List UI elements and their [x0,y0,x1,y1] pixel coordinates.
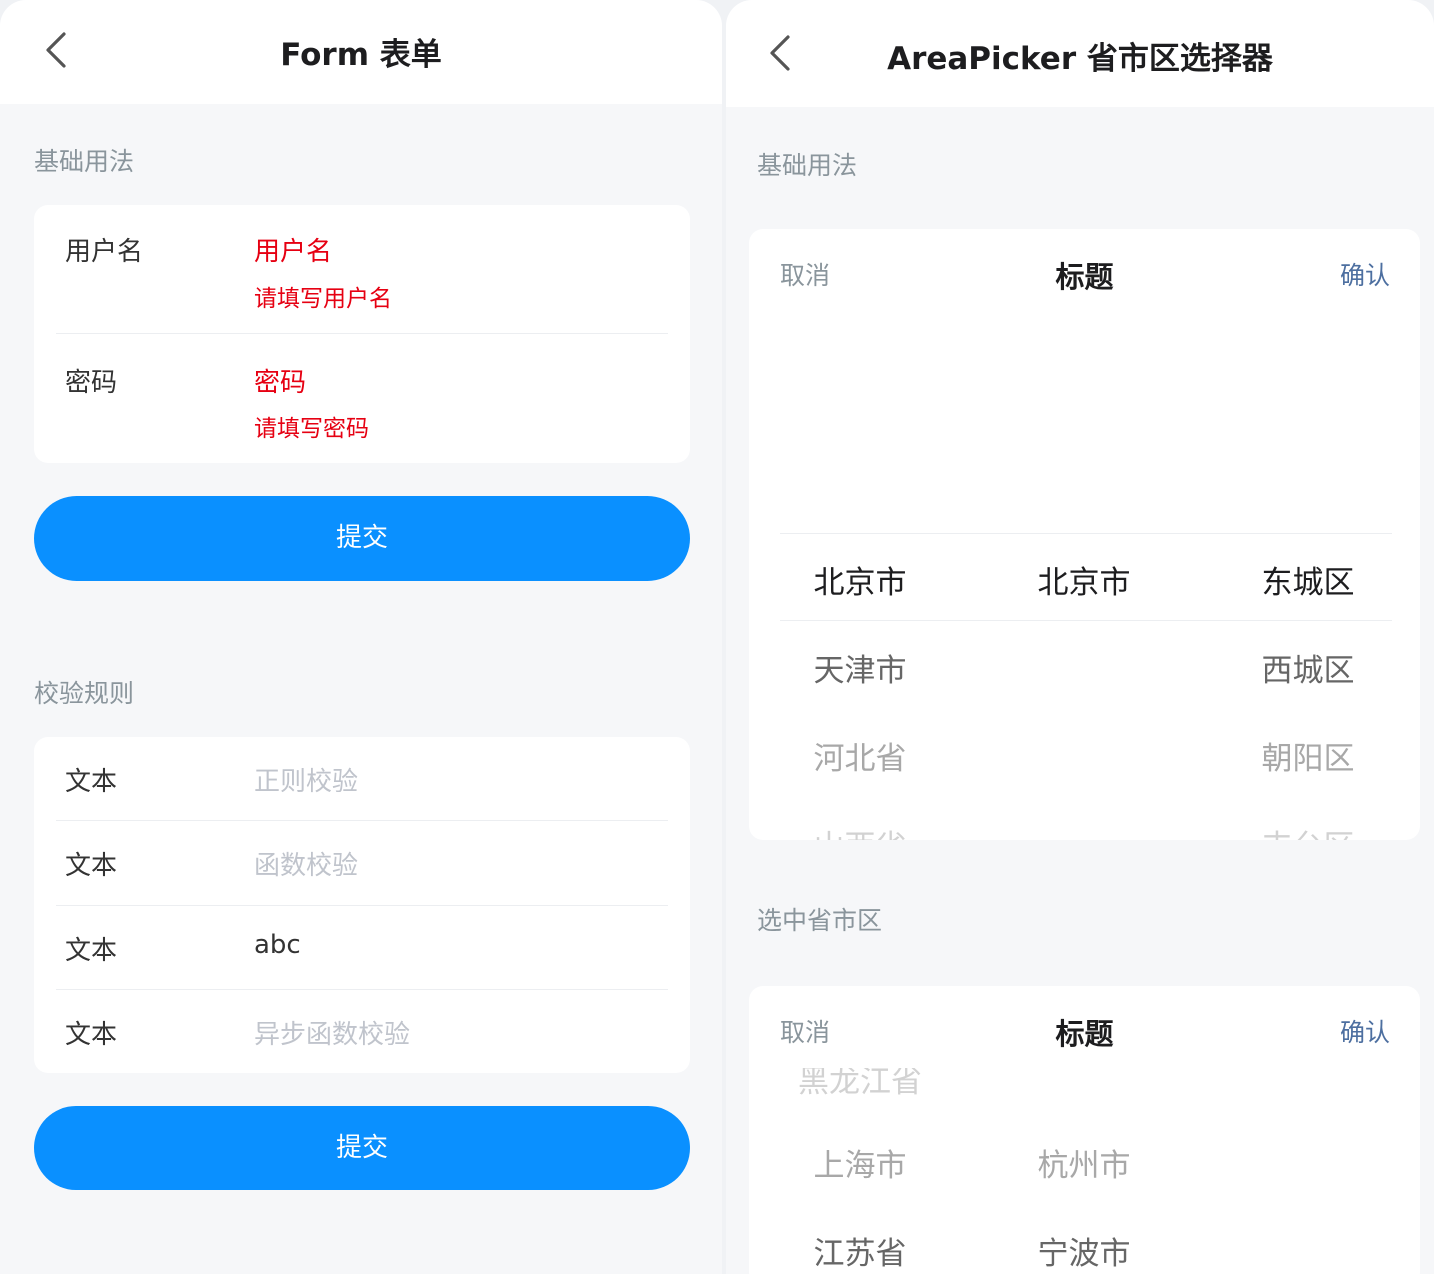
province-option[interactable]: 河北省 [760,733,960,778]
city-option[interactable]: 北京市 [984,557,1184,602]
username-label: 用户名 [65,237,144,267]
username-error: 请填写用户名 [254,286,392,312]
picker-toolbar: 取消 标题 确认 [749,986,1420,1058]
selection-line-top [780,533,1392,534]
selection-line-bottom [780,620,1392,621]
picker-title: 标题 [1055,260,1114,294]
async-input[interactable]: 异步函数校验 [254,1014,410,1051]
basic-form-card: 用户名 用户名 请填写用户名 密码 密码 请填写密码 [34,205,690,463]
form-row-password[interactable]: 密码 密码 请填写密码 [34,334,690,463]
district-option[interactable]: 朝阳区 [1208,733,1408,778]
province-option[interactable]: 山西省 [760,821,960,840]
form-row-regex[interactable]: 文本 正则校验 [34,737,690,821]
province-option[interactable]: 黑龙江省 [760,1068,960,1101]
submit-button-rules[interactable]: 提交 [34,1106,690,1190]
regex-input[interactable]: 正则校验 [254,761,358,798]
text-input[interactable]: abc [254,930,301,960]
section-title-rules: 校验规则 [34,679,135,708]
navbar: AreaPicker 省市区选择器 [726,0,1434,107]
field-label: 文本 [65,1020,118,1050]
field-label: 文本 [65,767,118,797]
district-option[interactable]: 西城区 [1208,645,1408,690]
city-option[interactable]: 宁波市 [984,1228,1184,1273]
password-input[interactable]: 密码 [254,362,306,399]
form-row-username[interactable]: 用户名 用户名 请填写用户名 [34,205,690,334]
field-label: 文本 [65,936,118,966]
district-option[interactable]: 东城区 [1208,557,1408,602]
page-title: AreaPicker 省市区选择器 [887,41,1273,77]
province-option[interactable]: 北京市 [760,557,960,602]
field-label: 文本 [65,851,118,881]
province-option[interactable]: 江苏省 [760,1228,960,1273]
form-row-function[interactable]: 文本 函数校验 [34,821,690,906]
province-option[interactable]: 上海市 [760,1140,960,1185]
picker-toolbar: 取消 标题 确认 [749,229,1420,317]
confirm-button[interactable]: 确认 [1340,256,1390,292]
confirm-button[interactable]: 确认 [1340,1013,1390,1049]
navbar: Form 表单 [0,0,722,104]
password-error: 请填写密码 [254,416,369,442]
page-title: Form 表单 [280,37,442,73]
password-label: 密码 [65,368,118,398]
section-title-basic: 基础用法 [34,147,135,176]
username-input[interactable]: 用户名 [254,231,332,268]
picker-title: 标题 [1055,1017,1114,1051]
district-option[interactable]: 丰台区 [1208,821,1408,840]
areapicker-page: AreaPicker 省市区选择器 基础用法 取消 标题 确认 北京市 天津市 … [726,0,1434,1274]
function-input[interactable]: 函数校验 [254,845,358,882]
section-title-basic: 基础用法 [757,151,858,180]
section-title-selected: 选中省市区 [757,906,883,935]
submit-button[interactable]: 提交 [34,496,690,581]
form-row-async[interactable]: 文本 异步函数校验 [34,990,690,1073]
province-option[interactable]: 天津市 [760,645,960,690]
rules-form-card: 文本 正则校验 文本 函数校验 文本 abc 文本 异步函数校验 [34,737,690,1073]
area-picker-basic: 取消 标题 确认 北京市 天津市 河北省 山西省 北京市 东城区 西城区 朝阳区… [749,229,1420,840]
area-picker-selected: 黑龙江省 取消 标题 确认 上海市 江苏省 杭州市 宁波市 [749,986,1420,1274]
form-row-text[interactable]: 文本 abc [34,906,690,990]
city-option[interactable]: 杭州市 [984,1140,1184,1185]
form-page: Form 表单 基础用法 用户名 用户名 请填写用户名 密码 密码 请填写密码 … [0,0,722,1274]
